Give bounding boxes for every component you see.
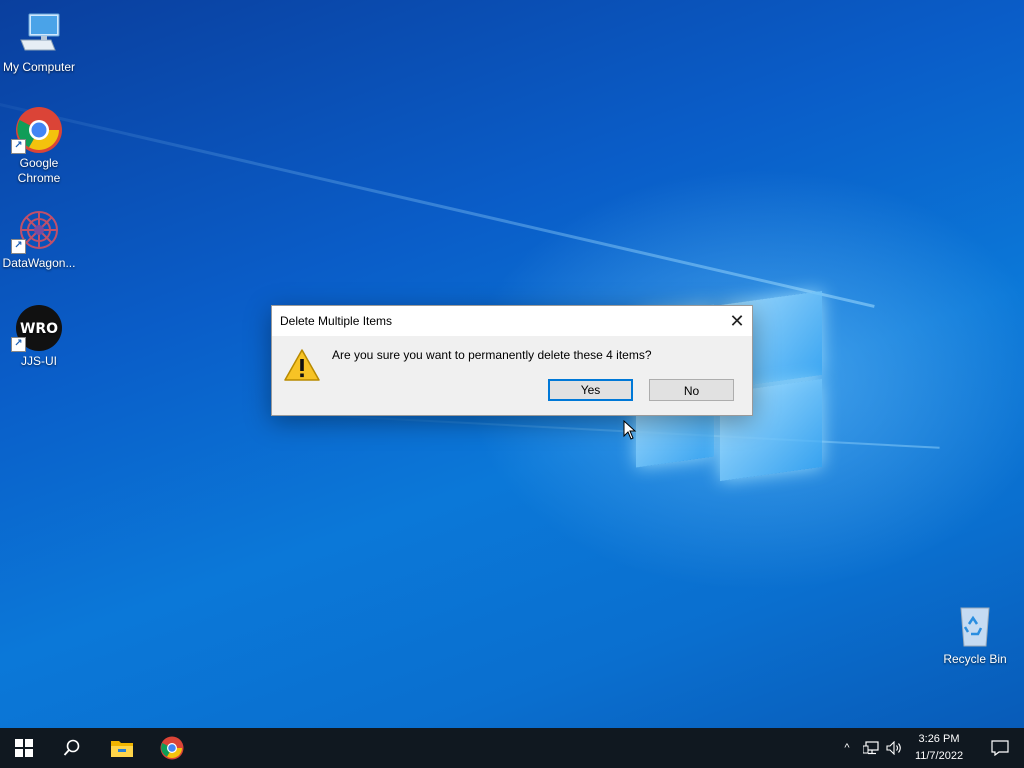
desktop-icon-jjs-ui[interactable]: WRO ↗ JJS-UI <box>0 304 78 369</box>
jjs-ui-icon: WRO ↗ <box>11 304 63 352</box>
yes-button[interactable]: Yes <box>548 379 633 401</box>
clock-date: 11/7/2022 <box>914 750 964 762</box>
start-icon <box>15 739 33 757</box>
recycle-bin-icon <box>951 602 999 650</box>
desktop-icon-label: My Computer <box>2 60 76 74</box>
chrome-icon: ↗ <box>11 106 63 154</box>
volume-icon[interactable] <box>883 728 905 768</box>
light-beam <box>0 80 875 308</box>
file-explorer-icon <box>111 741 133 757</box>
delete-confirmation-dialog: Delete Multiple Items ✕ Are you sure you… <box>271 305 753 416</box>
taskbar-chrome[interactable] <box>148 728 196 768</box>
desktop-icon-label: JJS-UI <box>21 354 57 368</box>
desktop-icon-label: Recycle Bin <box>943 652 1007 666</box>
clock-time: 3:26 PM <box>918 733 960 745</box>
shortcut-arrow-icon: ↗ <box>11 239 26 254</box>
dialog-titlebar[interactable]: Delete Multiple Items ✕ <box>272 306 752 336</box>
notification-icon <box>991 740 1009 756</box>
dialog-title: Delete Multiple Items <box>280 314 393 328</box>
mouse-cursor-icon <box>623 420 637 440</box>
show-hidden-icons-chevron[interactable]: ^ <box>838 728 856 768</box>
dialog-body: Are you sure you want to permanently del… <box>272 336 752 415</box>
start-button[interactable] <box>0 728 48 768</box>
desktop-icon-label: DataWagon... <box>2 256 76 270</box>
shortcut-arrow-icon: ↗ <box>11 139 26 154</box>
desktop-icon-my-computer[interactable]: My Computer <box>0 10 78 75</box>
computer-icon <box>15 10 63 58</box>
warning-icon <box>283 348 321 387</box>
search-button[interactable] <box>48 728 96 768</box>
no-button[interactable]: No <box>649 379 734 401</box>
light-beam <box>300 413 940 449</box>
desktop-icon-datawagon[interactable]: ↗ DataWagon... <box>0 206 78 271</box>
search-icon <box>63 739 80 756</box>
taskbar-clock[interactable]: 3:26 PM 11/7/2022 <box>906 731 972 765</box>
shortcut-arrow-icon: ↗ <box>11 337 26 352</box>
notification-button[interactable] <box>976 728 1024 768</box>
desktop-icon-recycle-bin[interactable]: Recycle Bin <box>936 602 1014 667</box>
taskbar-file-explorer[interactable] <box>98 728 146 768</box>
taskbar: ^ 3:26 PM 11/7/2022 <box>0 728 1024 768</box>
desktop-icon-google-chrome[interactable]: ↗ Google Chrome <box>0 106 78 186</box>
desktop: My Computer ↗ Google Chrome ↗ DataWagon.… <box>0 0 1024 728</box>
network-icon[interactable] <box>860 728 882 768</box>
close-icon[interactable]: ✕ <box>722 306 752 336</box>
jjs-ui-logo-text: WRO <box>20 321 58 337</box>
desktop-icon-label: Google Chrome <box>17 156 61 185</box>
datawagon-icon: ↗ <box>11 206 63 254</box>
dialog-message: Are you sure you want to permanently del… <box>332 348 652 362</box>
chrome-icon <box>160 736 184 760</box>
